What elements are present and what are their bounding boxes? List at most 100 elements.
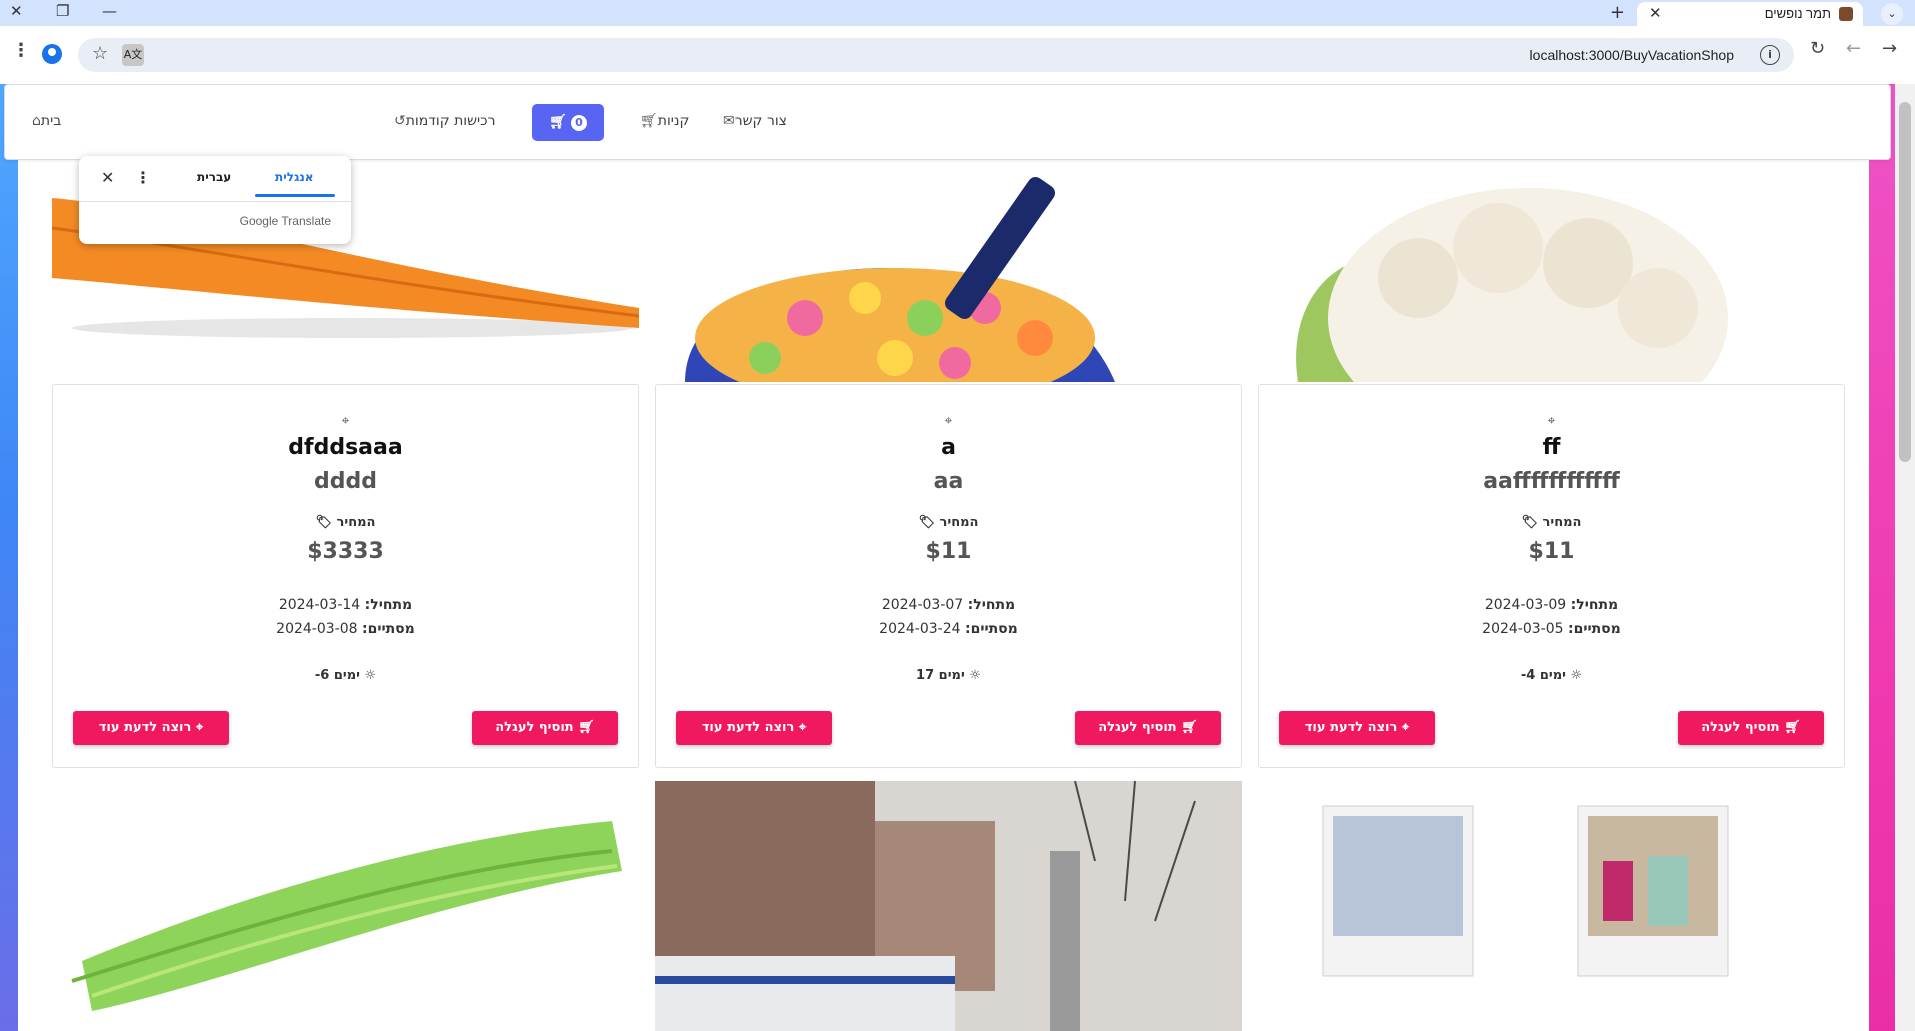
celery-image [52,781,639,1031]
close-window-icon[interactable]: ✕ [10,2,23,20]
price-label-text: המחיר [336,515,376,530]
card-price: $3333 [307,539,384,564]
map-pin-icon: ⌖ [1401,720,1410,735]
url-text[interactable]: localhost:3000/BuyVacationShop [1530,47,1734,63]
start-date-value: 2024-03-07 [881,597,964,613]
learn-more-label: רוצה לדעת עוד [98,720,192,735]
back-arrow-icon[interactable]: ← [1846,38,1861,59]
card-title: dfddsaaa [288,435,403,460]
vacation-card: ⌖ dfddsaaa dddd המחיר 🏷︎ $3333 מתחיל: 20… [52,384,639,768]
scrollbar-thumb[interactable] [1899,102,1911,462]
add-to-cart-button[interactable]: 🛒︎ תוסיף לעגלה [472,711,618,745]
tab-close-icon[interactable]: ✕ [1649,4,1662,22]
google-translate-brand: Google Translate [239,214,331,228]
end-date: מסתיים: 2024-03-05 [1259,621,1844,637]
days-count-text: ימים 6- [314,668,360,683]
browser-menu-icon[interactable]: ⋮ [12,40,30,61]
start-date-value: 2024-03-14 [278,597,361,613]
map-pin-icon: ⌖ [1547,413,1556,429]
divider [79,201,351,202]
add-to-cart-label: תוסיף לעגלה [495,720,574,735]
tab-search-icon[interactable]: ⌄ [1881,3,1903,25]
end-date-value: 2024-03-05 [1482,621,1564,637]
card-subtitle: aaffffffffffff [1483,469,1620,494]
nav-shopping-label: קניות [657,113,690,129]
card-title: ff [1542,435,1561,460]
cereal-bowl-image [655,168,1242,382]
start-date-label: מתחיל: [967,597,1016,613]
card-title: a [941,435,956,460]
history-icon: ↺ [394,113,406,129]
start-date-label: מתחיל: [364,597,413,613]
start-date: מתחיל: 2024-03-07 [656,597,1241,613]
end-date-value: 2024-03-08 [276,621,358,637]
new-tab-icon[interactable]: + [1610,2,1625,23]
profile-avatar-icon[interactable] [42,44,62,64]
learn-more-label: רוצה לדעת עוד [701,720,795,735]
page-viewport: ⌂בית ↺רכישות קודמות 🛒︎ 0 🛒︎קניות ✉צור קשר [0,84,1895,1031]
days-count: ☼ ימים 6- [53,668,638,683]
days-count: ☼ ימים 4- [1259,668,1844,683]
nav-home[interactable]: ⌂בית [27,113,61,133]
card-price: $11 [925,539,972,564]
minimize-window-icon[interactable]: — [102,2,117,20]
price-label-text: המחיר [1542,515,1582,530]
tab-strip: ✕ ❐ — + תמר נופשים ✕ ⌄ [0,0,1915,26]
bookmark-star-icon[interactable]: ☆ [92,43,108,64]
page-scrollbar[interactable] [1895,84,1915,1031]
vacation-card: ⌖ ff aaffffffffffff המחיר 🏷︎ $11 מתחיל: … [1258,384,1845,768]
cauliflower-image [1258,168,1845,382]
forward-arrow-icon[interactable]: → [1882,38,1897,59]
cart-icon: 🛒︎ [640,113,658,129]
card-subtitle: aa [933,469,964,494]
restore-window-icon[interactable]: ❐ [56,2,69,20]
days-count-text: ימים 4- [1520,668,1566,683]
price-tag-icon: 🏷︎ [1521,515,1539,530]
browser-tab[interactable]: תמר נופשים ✕ [1637,2,1863,26]
cart-icon: 🛒︎ [578,720,595,735]
nav-contact[interactable]: ✉צור קשר [718,113,787,133]
vacation-card: ⌖ a aa המחיר 🏷︎ $11 מתחיל: 2024-03-07 מס… [655,384,1242,768]
map-pin-icon: ⌖ [798,720,807,735]
add-to-cart-button[interactable]: 🛒︎ תוסיף לעגלה [1678,711,1824,745]
sun-icon: ☼ [364,668,377,683]
close-icon[interactable]: ✕ [101,168,114,187]
end-date-label: מסתיים: [1568,621,1621,637]
nav-history[interactable]: ↺רכישות קודמות [389,113,495,133]
tab-english[interactable]: אנגלית [275,170,314,184]
cart-icon: 🛒︎ [549,114,567,130]
price-label: המחיר 🏷︎ [1259,515,1844,530]
mail-icon: ✉ [723,113,735,129]
active-tab-indicator [255,194,335,197]
address-bar[interactable]: ☆ A文 localhost:3000/BuyVacationShop i [78,38,1794,72]
card-subtitle: dddd [314,469,377,494]
cart-icon: 🛒︎ [1784,720,1801,735]
learn-more-button[interactable]: ⌖ רוצה לדעת עוד [73,711,229,745]
home-icon: ⌂ [32,113,41,129]
tab-title: תמר נופשים [1764,6,1831,21]
end-date: מסתיים: 2024-03-24 [656,621,1241,637]
map-pin-icon: ⌖ [944,413,953,429]
learn-more-button[interactable]: ⌖ רוצה לדעת עוד [1279,711,1435,745]
nav-home-label: בית [40,113,62,129]
days-count: ☼ ימים 17 [656,668,1241,683]
reload-icon[interactable]: ↻ [1810,38,1825,59]
nav-shopping[interactable]: 🛒︎קניות [635,113,689,133]
city-street-image [655,781,1242,1031]
price-label: המחיר 🏷︎ [656,515,1241,530]
background-gradient-left [0,84,18,1031]
cart-count-badge: 0 [570,115,587,131]
map-pin-icon: ⌖ [341,413,350,429]
add-to-cart-button[interactable]: 🛒︎ תוסיף לעגלה [1075,711,1221,745]
start-date: מתחיל: 2024-03-09 [1259,597,1844,613]
start-date-value: 2024-03-09 [1484,597,1567,613]
price-tag-icon: 🏷︎ [315,515,333,530]
cart-button[interactable]: 🛒︎ 0 [532,104,604,141]
site-info-icon[interactable]: i [1760,45,1780,65]
sun-icon: ☼ [1570,668,1583,683]
translate-icon[interactable]: A文 [122,44,144,66]
tab-hebrew[interactable]: עברית [197,170,231,184]
candle-jars-image [1258,781,1845,1031]
learn-more-button[interactable]: ⌖ רוצה לדעת עוד [676,711,832,745]
more-options-icon[interactable]: ⋮ [135,168,151,187]
